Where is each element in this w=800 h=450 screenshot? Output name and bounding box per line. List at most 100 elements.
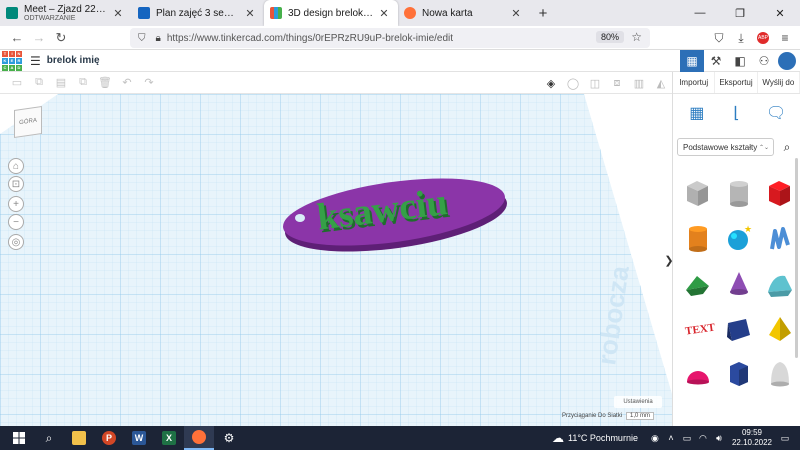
shape-scribble[interactable] (761, 215, 799, 260)
clock[interactable]: 09:59 22.10.2022 (732, 428, 772, 448)
design-title[interactable]: brelok imię (47, 55, 100, 66)
home-view-icon[interactable]: ⌂ (8, 158, 24, 174)
mirror-icon[interactable]: ◭ (650, 72, 672, 94)
weather-widget[interactable]: ☁ 11°C Pochmurnie (548, 431, 638, 445)
shape-cone[interactable] (720, 260, 758, 305)
close-tab-icon[interactable]: ✕ (244, 7, 256, 20)
group-icon[interactable]: ⧈ (606, 72, 628, 94)
notification-icon[interactable]: ▭ (778, 433, 792, 444)
lock-icon[interactable]: 🔒︎ (156, 33, 161, 44)
shape-text[interactable]: TEXT (679, 305, 717, 350)
network-icon[interactable]: ▭ (680, 433, 694, 444)
downloads-icon[interactable]: ⤓ (730, 28, 752, 48)
shape-cylinder-hole[interactable] (720, 170, 758, 215)
undo-icon[interactable]: ↶ (116, 73, 138, 93)
panel-scrollbar[interactable] (795, 158, 798, 358)
windows-start-icon[interactable] (4, 426, 34, 450)
url-text[interactable]: https://www.tinkercad.com/things/0rEPRzR… (167, 33, 453, 44)
zoom-level[interactable]: 80% (595, 31, 624, 43)
search-icon[interactable]: ⌕ (778, 140, 796, 155)
import-button[interactable]: Importuj (673, 72, 716, 93)
duplicate-icon[interactable]: ⧉ (72, 73, 94, 93)
build-icon[interactable]: ⚒ (704, 50, 728, 72)
text-icon: TEXT (684, 321, 715, 337)
perspective-icon[interactable]: ◎ (8, 234, 24, 250)
paste-icon[interactable]: ▤ (50, 73, 72, 93)
light-icon[interactable]: ◯ (562, 72, 584, 94)
firefox-icon[interactable] (184, 426, 214, 450)
delete-icon[interactable]: 🗑︎ (94, 73, 116, 93)
view-cube[interactable]: GÓRA (14, 106, 42, 138)
search-icon[interactable]: ⌕ (34, 426, 64, 450)
add-user-icon[interactable]: ⚇ (752, 50, 776, 72)
fit-view-icon[interactable]: ⊡ (8, 176, 24, 192)
shape-paraboloid[interactable] (761, 350, 799, 395)
shape-box[interactable] (761, 170, 799, 215)
shape-polygon[interactable] (720, 350, 758, 395)
zoom-out-icon[interactable]: − (8, 214, 24, 230)
volume-icon[interactable]: 🔊︎ (712, 433, 726, 444)
shield-icon[interactable]: ⛉ (138, 33, 146, 44)
collapse-panel-icon[interactable]: ❯ (664, 252, 674, 268)
notes-icon[interactable]: 🗨︎ (765, 102, 787, 124)
bookmark-star-icon[interactable]: ☆ (631, 30, 642, 44)
file-explorer-icon[interactable] (64, 426, 94, 450)
close-tab-icon[interactable]: ✕ (510, 7, 522, 20)
browser-tab-new[interactable]: Nowa karta ✕ (398, 0, 530, 26)
export-button[interactable]: Eksportuj (715, 72, 758, 93)
shape-icon[interactable]: ◫ (584, 72, 606, 94)
align-icon[interactable]: ▥ (628, 72, 650, 94)
browser-tab-tinkercad[interactable]: 3D design brelok imię | Tinkerca ✕ (264, 0, 398, 26)
back-icon[interactable]: ← (6, 27, 28, 49)
send-to-button[interactable]: Wyślij do (758, 72, 800, 93)
blocks-icon[interactable]: ◧ (728, 50, 752, 72)
copy-icon[interactable]: ⧉ (28, 73, 50, 93)
shape-round-roof[interactable] (761, 260, 799, 305)
shape-half-sphere[interactable] (679, 350, 717, 395)
workplane-grid[interactable]: robocza ksawciu ksawciu (0, 94, 672, 426)
avatar[interactable] (778, 52, 796, 70)
pocket-icon[interactable]: ⛉ (708, 28, 730, 48)
svg-text:★: ★ (744, 224, 752, 234)
minimize-icon[interactable]: — (680, 0, 720, 26)
close-tab-icon[interactable]: ✕ (378, 7, 390, 20)
shape-box-hole[interactable] (679, 170, 717, 215)
tab-subtitle: ODTWARZANIE (24, 14, 76, 22)
zoom-in-icon[interactable]: + (8, 196, 24, 212)
grid-view-icon[interactable]: ▦ (680, 50, 704, 72)
settings-button[interactable]: Ustawienia (614, 396, 662, 408)
shape-sphere[interactable]: ★ (720, 215, 758, 260)
shape-pyramid[interactable] (761, 305, 799, 350)
wifi-icon[interactable]: ◠ (696, 433, 710, 444)
powerpoint-icon[interactable]: P (94, 426, 124, 450)
close-tab-icon[interactable]: ✕ (112, 7, 124, 20)
ruler-icon[interactable]: ⌊ (725, 102, 747, 124)
forward-icon[interactable]: → (28, 27, 50, 49)
adblock-icon[interactable]: ABP (752, 28, 774, 48)
shape-cylinder[interactable] (679, 215, 717, 260)
word-icon[interactable]: W (124, 426, 154, 450)
address-bar[interactable]: ⛉ 🔒︎ https://www.tinkercad.com/things/0r… (130, 28, 650, 48)
design-list-icon[interactable]: ☰ (30, 54, 41, 68)
shape-category-select[interactable]: Podstawowe kształty (677, 138, 774, 156)
browser-tab-mail[interactable]: Plan zajęć 3 semestr - Poczta w ✕ (132, 0, 264, 26)
workplane-canvas[interactable]: robocza ksawciu ksawciu GÓRA ⌂ ⊡ + − ◎ U… (0, 94, 672, 426)
menu-icon[interactable]: ≡ (774, 28, 796, 48)
new-shape-icon[interactable]: ▭ (6, 73, 28, 93)
chevron-up-icon[interactable]: ˄ (664, 433, 678, 443)
shape-wedge[interactable] (720, 305, 758, 350)
meet-tray-icon[interactable]: ◉ (648, 433, 662, 444)
close-window-icon[interactable]: ✕ (760, 0, 800, 26)
new-tab-button[interactable]: + (530, 0, 556, 26)
settings-gear-icon[interactable]: ⚙ (214, 426, 244, 450)
redo-icon[interactable]: ↷ (138, 73, 160, 93)
excel-icon[interactable]: X (154, 426, 184, 450)
view-notes-icon[interactable]: ◈ (540, 72, 562, 94)
shape-roof[interactable] (679, 260, 717, 305)
browser-tab-meet[interactable]: Meet – Zjazd 22.10.2022 ODTWARZANIE ✕ (0, 0, 132, 26)
restore-icon[interactable]: ❐ (720, 0, 760, 26)
snap-value-select[interactable]: 1,0 mm (626, 412, 655, 420)
tinkercad-logo[interactable]: TIN KER CAD (2, 50, 22, 71)
workplane-icon[interactable]: ▦ (686, 102, 708, 124)
reload-icon[interactable]: ↻ (50, 27, 72, 49)
